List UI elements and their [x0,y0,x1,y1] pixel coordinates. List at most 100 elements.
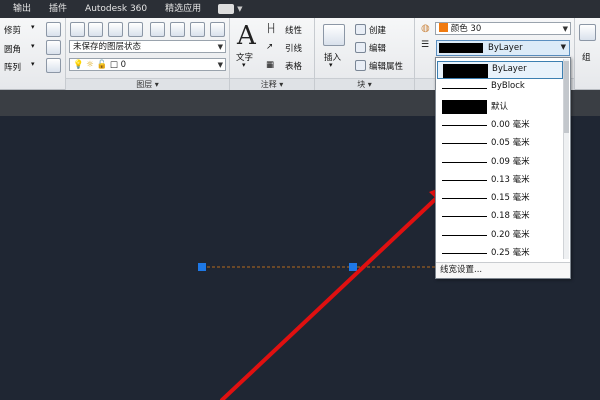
lightbulb-icon: 💡 [73,60,84,70]
layer-state-dropdown[interactable]: 未保存的图层状态 ▼ [69,40,226,53]
chevron-down-icon[interactable]: ▼ [237,5,242,13]
lineweight-option-label: 0.25 毫米 [491,248,530,258]
group-panel: 组 [575,18,600,90]
color-value: 颜色 30 [450,24,482,34]
text-icon[interactable]: A [237,21,256,51]
chevron-down-icon: ▼ [217,61,223,69]
edit-block-icon[interactable] [355,42,366,53]
camera-icon[interactable] [218,4,235,14]
leader-button[interactable]: 引线 [285,42,302,54]
leader-icon[interactable]: ↗ [266,42,273,52]
annotation-arrow [220,182,455,400]
lineweight-option-label: 默认 [491,101,509,112]
chevron-down-icon[interactable]: ▾ [329,61,333,69]
erase-icon[interactable] [46,22,61,37]
color-dropdown[interactable]: 颜色 30 ▼ [435,22,571,35]
tab-featured-apps[interactable]: 精选应用 [156,0,210,18]
lineweight-swatch [439,43,483,53]
edit-attributes-icon[interactable] [355,60,366,71]
layers-panel-title[interactable]: 图层 ▾ [66,78,229,90]
layers-panel: 未保存的图层状态 ▼ 💡 ☼ 🔓 □ 0 ▼ 图层 ▾ [66,18,230,90]
group-button[interactable]: 组 [582,51,591,63]
chevron-down-icon[interactable]: ▾ [242,61,246,69]
tab-plugins[interactable]: 插件 [40,0,76,18]
create-block-icon[interactable] [355,24,366,35]
lineweight-sample [442,253,487,254]
lineweight-option[interactable]: 默认 [437,98,563,116]
lineweight-option[interactable]: 0.09 毫米 [437,153,563,171]
linear-dim-icon[interactable]: ├┤ [266,24,276,34]
chevron-down-icon[interactable]: ▾ [31,60,35,68]
chevron-down-icon[interactable]: ▾ [31,42,35,50]
lineweight-dropdown[interactable]: ByLayer ▼ [436,40,570,56]
current-layer-value: 0 [120,60,127,70]
lineweight-option-label: 0.13 毫米 [491,174,530,185]
current-layer-dropdown[interactable]: 💡 ☼ 🔓 □ 0 ▼ [69,58,226,71]
insert-block-icon[interactable] [323,24,345,46]
offset-icon[interactable] [46,58,61,73]
table-icon[interactable]: ▦ [266,60,274,70]
color-square-icon: □ [109,60,118,70]
trim-button[interactable]: 修剪 [4,24,21,36]
lineweight-option[interactable]: 0.15 毫米 [437,189,563,207]
grip-handle[interactable] [349,263,357,271]
lineweight-sample [442,234,487,236]
lineweight-sample [442,124,487,126]
chevron-down-icon[interactable]: ▾ [31,23,35,31]
sun-icon: ☼ [86,60,94,70]
lineweight-option[interactable]: ByLayer [437,61,563,79]
lineweight-option[interactable]: 0.20 毫米 [437,226,563,244]
tab-autodesk-360[interactable]: Autodesk 360 [76,0,156,18]
layer-off-icon[interactable] [190,22,205,37]
layer-state-value: 未保存的图层状态 [73,42,142,52]
lineweight-option[interactable]: 0.13 毫米 [437,171,563,189]
block-panel: 插入 ▾ 创建 编辑 编辑属性 块 ▾ [315,18,415,90]
lineweight-settings-link[interactable]: 线宽设置... [436,262,570,278]
layer-properties-icon[interactable] [70,22,85,37]
lineweight-sample [443,64,488,78]
lineweight-option-label: ByBlock [491,81,525,92]
array-button[interactable]: 阵列 [4,61,21,73]
tab-output[interactable]: 输出 [4,0,40,18]
layer-lock-icon[interactable] [170,22,185,37]
chevron-down-icon: ▼ [560,43,566,51]
chevron-down-icon: ▼ [562,25,568,33]
annotation-panel: A 文字 ▾ ├┤ 线性 ↗ 引线 ▦ 表格 注释 ▾ [230,18,315,90]
layer-state-icon[interactable] [88,22,103,37]
table-button[interactable]: 表格 [285,60,302,72]
lineweight-option-label: 0.00 毫米 [491,119,530,130]
group-icon[interactable] [579,24,596,41]
lineweight-option-label: ByLayer [492,64,527,74]
fillet-button[interactable]: 圆角 [4,43,21,55]
copy-icon[interactable] [46,40,61,55]
lineweight-option-label: 0.05 毫米 [491,138,530,149]
lineweight-option[interactable]: 0.18 毫米 [437,207,563,225]
layer-freeze-icon[interactable] [150,22,165,37]
lineweight-option[interactable]: 0.00 毫米 [437,116,563,134]
grip-handle[interactable] [198,263,206,271]
lineweight-option-label: 0.20 毫米 [491,229,530,240]
edit-attributes-button[interactable]: 编辑属性 [369,60,403,72]
lineweight-scrollbar[interactable] [563,59,569,259]
scrollbar-thumb[interactable] [564,61,569,133]
lineweight-sample [442,99,487,114]
lineweight-option-label: 0.09 毫米 [491,156,530,167]
chevron-down-icon: ▼ [217,43,223,51]
layer-isolate-icon[interactable] [108,22,123,37]
lineweight-sample [442,198,487,200]
annotation-panel-title[interactable]: 注释 ▾ [230,78,314,90]
lineweight-option[interactable]: 0.05 毫米 [437,134,563,152]
menubar: 输出 插件 Autodesk 360 精选应用 ▼ [0,0,600,18]
lineweight-sample [442,216,487,218]
lineweight-option[interactable]: 0.25 毫米 [437,244,563,262]
layer-walk-icon[interactable] [210,22,225,37]
lineweight-list: ByLayer ByBlock 默认 0.00 毫米 0.05 毫米 0.09 毫米 0.1… [435,57,571,279]
layer-match-icon[interactable] [128,22,143,37]
create-block-button[interactable]: 创建 [369,24,386,36]
block-panel-title[interactable]: 块 ▾ [315,78,414,90]
lineweight-icon: ☰ [421,40,430,50]
edit-block-button[interactable]: 编辑 [369,42,386,54]
linear-dim-button[interactable]: 线性 [285,24,302,36]
lineweight-option[interactable]: ByBlock [437,79,563,97]
lineweight-option-label: 0.18 毫米 [491,211,530,222]
